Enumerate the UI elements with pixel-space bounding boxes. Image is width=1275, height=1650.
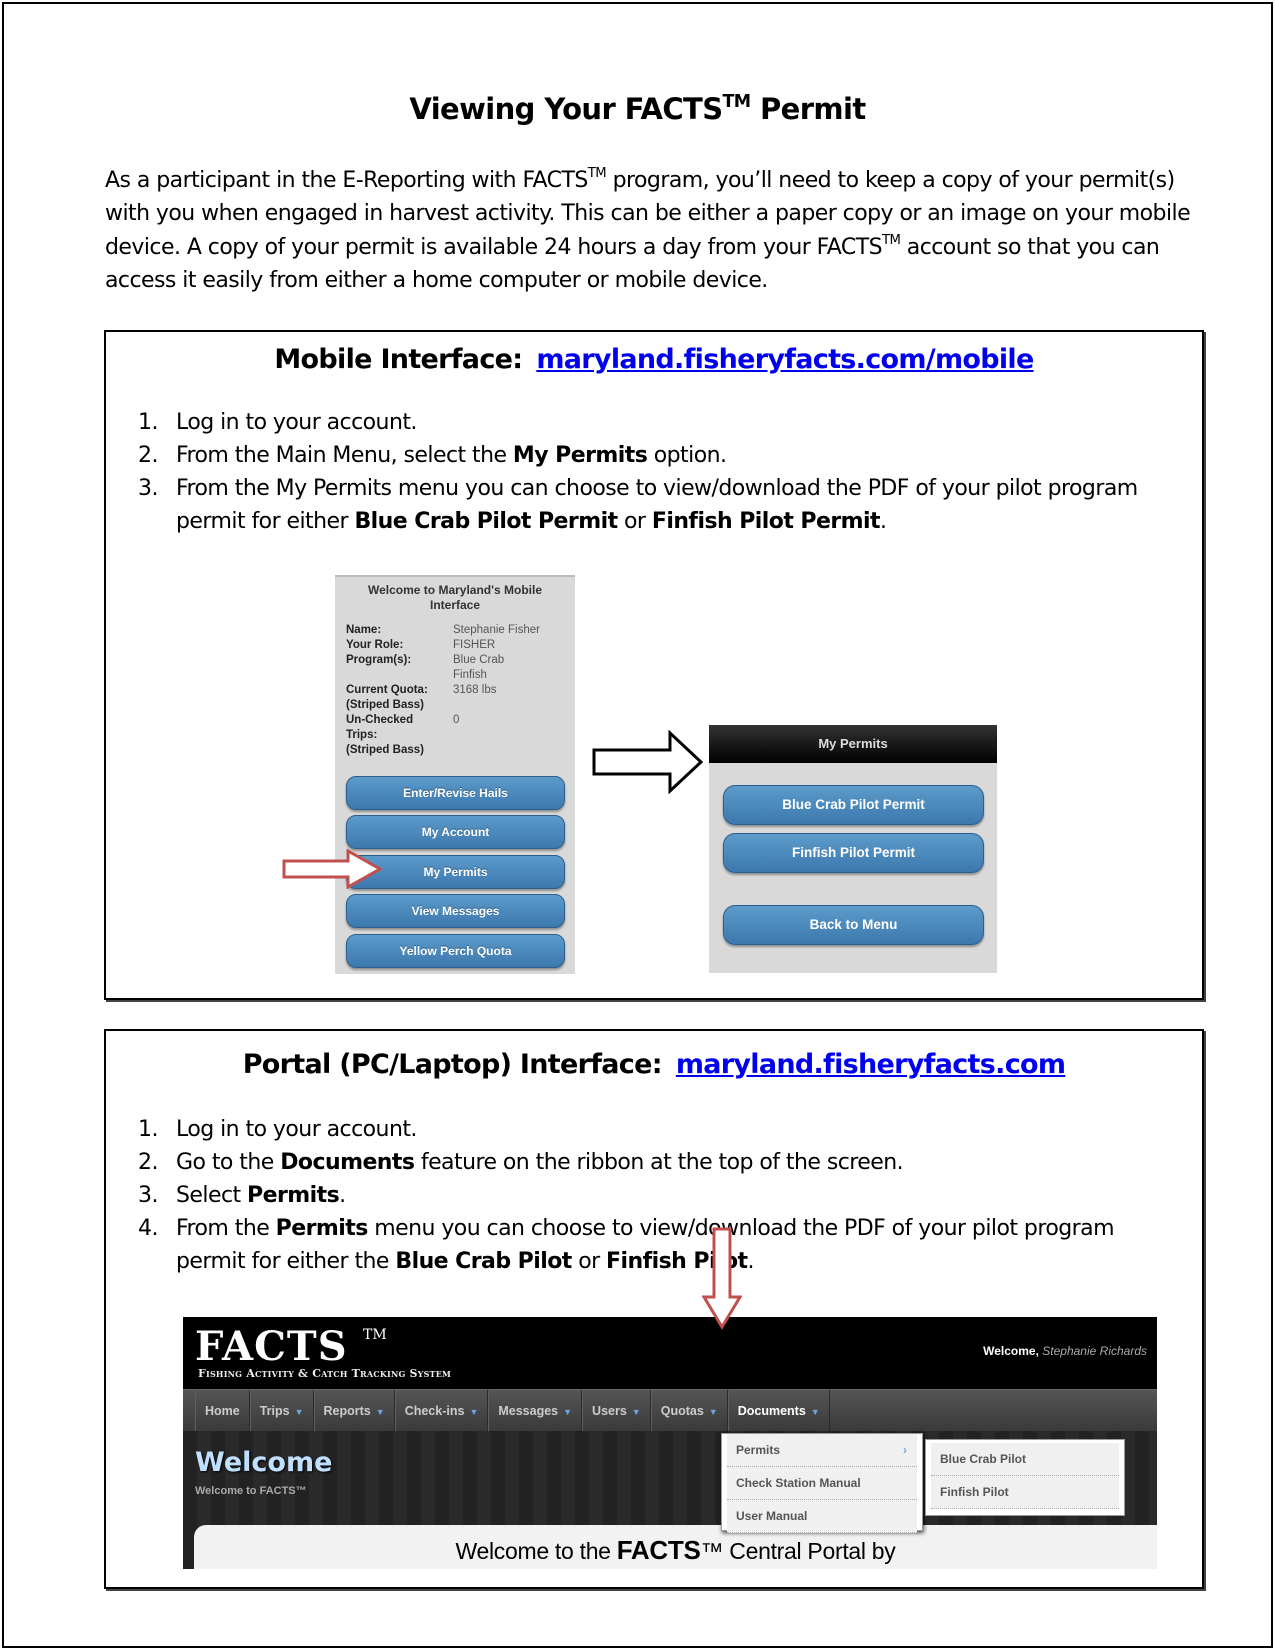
menu-item-permits[interactable]: Permits ›	[727, 1434, 917, 1467]
hero-title: Welcome	[195, 1447, 333, 1478]
chevron-down-icon: ▼	[469, 1407, 479, 1417]
portal-link[interactable]: maryland.fisheryfacts.com	[676, 1049, 1066, 1080]
mobile-welcome-title: Welcome to Maryland's Mobile Interface	[368, 583, 542, 612]
nav-home[interactable]: Home	[195, 1390, 250, 1432]
mobile-heading: Mobile Interface: maryland.fisheryfacts.c…	[274, 344, 1034, 375]
right-arrow-icon	[592, 730, 704, 794]
facts-tagline: Fishing Activity & Catch Tracking System	[198, 1367, 452, 1380]
enter-revise-hails-button[interactable]: Enter/Revise Hails	[346, 776, 565, 810]
red-down-arrow-icon	[702, 1227, 742, 1330]
portal-welcome-text: Welcome to the FACTS™ Central Portal by	[455, 1535, 896, 1565]
mobile-interface-section: Mobile Interface: maryland.fisheryfacts.c…	[104, 330, 1204, 1000]
chevron-down-icon: ▼	[375, 1407, 385, 1417]
mobile-user-info: Name: Stephanie Fisher Your Role: FISHER P…	[346, 624, 540, 756]
step-item: 2. Go to the Documents feature on the rib…	[138, 1150, 904, 1175]
mobile-link[interactable]: maryland.fisheryfacts.com/mobile	[536, 344, 1034, 375]
red-arrow-icon	[282, 849, 384, 889]
nav-messages[interactable]: Messages ▼	[488, 1390, 583, 1432]
step-item: 3. Select Permits.	[138, 1183, 346, 1208]
my-permits-header: My Permits	[709, 725, 997, 763]
portal-interface-section: Portal (PC/Laptop) Interface: maryland.fi…	[104, 1029, 1204, 1589]
menu-item-blue-crab-pilot[interactable]: Blue Crab Pilot	[931, 1443, 1119, 1476]
intro-paragraph: As a participant in the E-Reporting with…	[105, 166, 1191, 294]
finfish-pilot-permit-button[interactable]: Finfish Pilot Permit	[723, 833, 984, 873]
nav-check-ins[interactable]: Check-ins ▼	[394, 1390, 489, 1432]
hero-subtitle: Welcome to FACTS™	[195, 1485, 307, 1497]
permits-submenu: Blue Crab Pilot Finfish Pilot	[925, 1439, 1125, 1516]
mobile-main-menu-screenshot: Welcome to Maryland's Mobile Interface N…	[335, 575, 575, 974]
chevron-down-icon: ▼	[708, 1407, 718, 1417]
welcome-user: Welcome, Stephanie Richards	[983, 1344, 1147, 1358]
menu-item-finfish-pilot[interactable]: Finfish Pilot	[931, 1476, 1119, 1509]
step-item: 1. Log in to your account.	[138, 410, 417, 435]
chevron-down-icon: ▼	[563, 1407, 573, 1417]
mobile-steps: 1. Log in to your account. 2. From the Mai…	[138, 406, 1178, 538]
portal-content-panel: Welcome to the FACTS™ Central Portal by	[194, 1525, 1157, 1569]
my-account-button[interactable]: My Account	[346, 815, 565, 849]
step-item: 1. Log in to your account.	[138, 1117, 417, 1142]
blue-crab-pilot-permit-button[interactable]: Blue Crab Pilot Permit	[723, 785, 984, 825]
step-item: 4. From the Permits menu you can choose t…	[138, 1216, 1115, 1274]
mobile-my-permits-screenshot: My Permits Blue Crab Pilot Permit Finfis…	[709, 725, 997, 973]
view-messages-button[interactable]: View Messages	[346, 894, 565, 928]
menu-item-check-station-manual[interactable]: Check Station Manual	[727, 1467, 917, 1500]
yellow-perch-quota-button[interactable]: Yellow Perch Quota	[346, 934, 565, 968]
step-item: 2. From the Main Menu, select the My Perm…	[138, 443, 727, 468]
nav-documents[interactable]: Documents ▼	[727, 1390, 830, 1432]
portal-steps: 1. Log in to your account. 2. Go to the Do…	[138, 1113, 1178, 1278]
documents-dropdown: Permits › Check Station Manual User Manua…	[721, 1433, 923, 1533]
back-to-menu-button[interactable]: Back to Menu	[723, 905, 984, 945]
chevron-down-icon: ▼	[294, 1407, 304, 1417]
nav-reports[interactable]: Reports ▼	[313, 1390, 395, 1432]
menu-item-user-manual[interactable]: User Manual	[727, 1500, 917, 1533]
chevron-down-icon: ▼	[631, 1407, 641, 1417]
chevron-right-icon: ›	[903, 1443, 907, 1457]
facts-logo: FACTS	[195, 1323, 348, 1370]
nav-users[interactable]: Users ▼	[582, 1390, 651, 1432]
portal-heading: Portal (PC/Laptop) Interface: maryland.fi…	[242, 1049, 1066, 1080]
chevron-down-icon: ▼	[810, 1407, 820, 1417]
step-item: 3. From the My Permits menu you can choos…	[138, 476, 1138, 534]
nav-trips[interactable]: Trips ▼	[249, 1390, 314, 1432]
portal-nav-ribbon: Home Trips ▼ Reports ▼ Check-ins ▼ Messages…	[183, 1389, 1157, 1432]
page-title: Viewing Your FACTSTM Permit	[409, 91, 866, 126]
nav-quotas[interactable]: Quotas ▼	[650, 1390, 728, 1432]
portal-screenshot: FACTS TM Fishing Activity & Catch Tracki…	[183, 1317, 1157, 1569]
